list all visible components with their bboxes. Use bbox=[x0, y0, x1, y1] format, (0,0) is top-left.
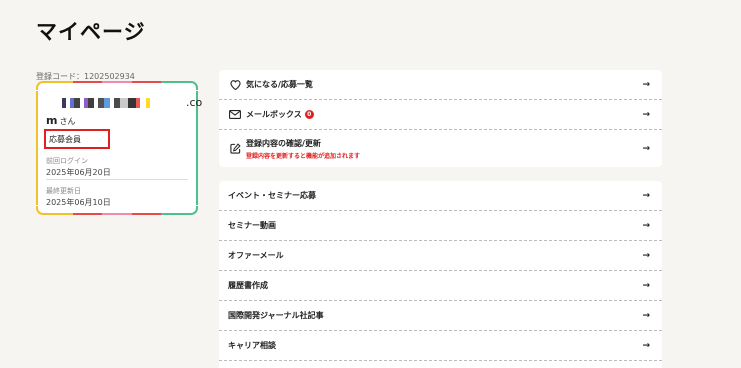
card-bottom-stripe bbox=[44, 213, 191, 215]
arrow-right-icon: → bbox=[642, 109, 650, 120]
menu-group-primary: 気になる/応募一覧 → メールボックス 0 → 登録内容の確認/更新 登録内容を… bbox=[219, 70, 662, 167]
menu-item-label: セミナー動画 bbox=[228, 221, 276, 230]
arrow-right-icon: → bbox=[642, 280, 650, 291]
menu-group-secondary: イベント・セミナー応募 → セミナー動画 → オファーメール → 履歴書作成 →… bbox=[219, 181, 662, 368]
edit-icon bbox=[229, 143, 241, 155]
menu-item-favorites[interactable]: 気になる/応募一覧 → bbox=[219, 70, 662, 100]
arrow-right-icon: → bbox=[642, 220, 650, 231]
menu-item-text: 登録内容の確認/更新 登録内容を更新すると機能が追加されます bbox=[246, 138, 360, 160]
menu-item-label: 登録内容の確認/更新 bbox=[246, 138, 321, 148]
card-top-stripe bbox=[44, 81, 191, 83]
card-divider bbox=[46, 179, 188, 180]
email-suffix: .co bbox=[186, 96, 203, 109]
email-line2: m bbox=[46, 114, 58, 127]
masked-email bbox=[58, 98, 158, 108]
menu-item-mailbox[interactable]: メールボックス 0 → bbox=[219, 100, 662, 130]
page-title: マイページ bbox=[36, 20, 146, 44]
member-type-badge: 応募会員 bbox=[44, 129, 110, 149]
menu-item-label: オファーメール bbox=[228, 251, 284, 260]
user-name-line: m さん bbox=[46, 114, 75, 127]
menu-item-resume[interactable]: 履歴書作成 → bbox=[219, 271, 662, 301]
card-corner bbox=[189, 206, 198, 215]
arrow-right-icon: → bbox=[642, 250, 650, 261]
card-corner bbox=[189, 81, 198, 90]
arrow-right-icon: → bbox=[642, 143, 650, 154]
unread-count-badge: 0 bbox=[304, 110, 314, 119]
last-updated-value: 2025年06月10日 bbox=[46, 198, 111, 207]
honorific: さん bbox=[59, 117, 76, 126]
last-login-label: 前回ログイン bbox=[46, 157, 88, 165]
menu-item-label: メールボックス bbox=[246, 110, 302, 119]
arrow-right-icon: → bbox=[642, 340, 650, 351]
profile-card: .co m さん 応募会員 前回ログイン 2025年06月20日 最終更新日 20… bbox=[36, 81, 202, 215]
menu-item-profile-edit[interactable]: 登録内容の確認/更新 登録内容を更新すると機能が追加されます → bbox=[219, 130, 662, 167]
arrow-right-icon: → bbox=[642, 190, 650, 201]
menu-item-offer-mail[interactable]: オファーメール → bbox=[219, 241, 662, 271]
menu-item-label: 国際開発ジャーナル社記事 bbox=[228, 311, 324, 320]
mail-icon bbox=[229, 109, 241, 121]
card-border-left bbox=[36, 91, 38, 205]
arrow-right-icon: → bbox=[642, 79, 650, 90]
user-email: .co bbox=[58, 96, 202, 110]
arrow-right-icon: → bbox=[642, 310, 650, 321]
menu-item-label: イベント・セミナー応募 bbox=[228, 191, 316, 200]
menu-item-seminar-videos[interactable]: セミナー動画 → bbox=[219, 211, 662, 241]
menu-item-label: 履歴書作成 bbox=[228, 281, 268, 290]
last-updated-label: 最終更新日 bbox=[46, 187, 81, 195]
last-login-value: 2025年06月20日 bbox=[46, 168, 111, 177]
menu-item-career-consult[interactable]: キャリア相談 → bbox=[219, 331, 662, 361]
heart-icon bbox=[229, 79, 241, 91]
menu-item-sublabel: 登録内容を更新すると機能が追加されます bbox=[246, 152, 361, 160]
menu-item-events[interactable]: イベント・セミナー応募 → bbox=[219, 181, 662, 211]
menu-item-journal-articles[interactable]: 国際開発ジャーナル社記事 → bbox=[219, 301, 662, 331]
menu-item-label: キャリア相談 bbox=[228, 341, 276, 350]
menu-item-label: 気になる/応募一覧 bbox=[246, 80, 313, 89]
